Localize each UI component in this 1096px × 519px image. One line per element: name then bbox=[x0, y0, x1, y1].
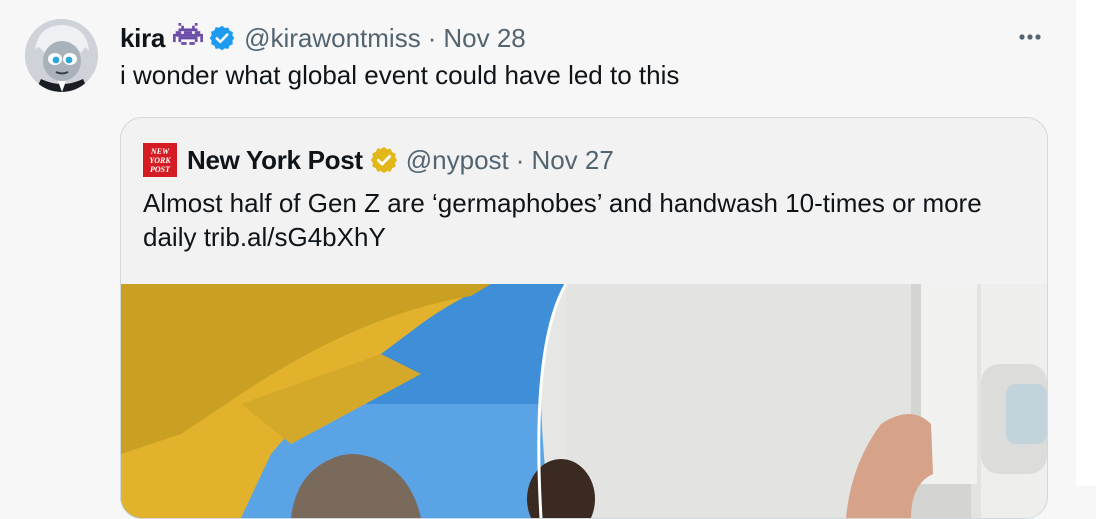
alien-monster-icon bbox=[173, 23, 204, 53]
svg-text:YORK: YORK bbox=[149, 156, 171, 165]
more-horizontal-icon[interactable] bbox=[1014, 30, 1046, 44]
quoted-tweet-card[interactable]: NEW YORK POST New York Post @nypost · No… bbox=[120, 117, 1048, 519]
quoted-author-display-name[interactable]: New York Post bbox=[187, 145, 363, 176]
tweet-text: i wonder what global event could have le… bbox=[120, 60, 680, 90]
quoted-tweet-date[interactable]: Nov 27 bbox=[531, 145, 613, 176]
svg-text:NEW: NEW bbox=[150, 147, 170, 156]
tweet-date[interactable]: Nov 28 bbox=[443, 23, 525, 54]
separator-dot: · bbox=[427, 22, 437, 53]
svg-text:POST: POST bbox=[150, 165, 171, 174]
quoted-tweet-media[interactable] bbox=[121, 284, 1047, 518]
quoted-tweet-text: Almost half of Gen Z are ‘germaphobes’ a… bbox=[143, 188, 982, 252]
author-display-name[interactable]: kira bbox=[120, 23, 165, 54]
nypost-logo-icon[interactable]: NEW YORK POST bbox=[143, 143, 177, 177]
blue-verified-icon[interactable] bbox=[208, 24, 236, 52]
tweet-header: kira @kirawontmiss · Nov 28 bbox=[120, 22, 526, 54]
tweet-page: kira @kirawontmiss · Nov 28 i wonder wha… bbox=[0, 0, 1076, 519]
quoted-tweet-header: NEW YORK POST New York Post @nypost · No… bbox=[143, 143, 614, 177]
quoted-author-handle[interactable]: @nypost bbox=[406, 145, 509, 176]
media-photo-collage bbox=[121, 284, 1047, 518]
author-handle[interactable]: @kirawontmiss bbox=[244, 23, 421, 54]
avatar[interactable] bbox=[25, 19, 98, 92]
separator-dot: · bbox=[515, 144, 525, 175]
gold-verified-icon[interactable] bbox=[369, 145, 399, 175]
right-gutter bbox=[1076, 0, 1096, 486]
